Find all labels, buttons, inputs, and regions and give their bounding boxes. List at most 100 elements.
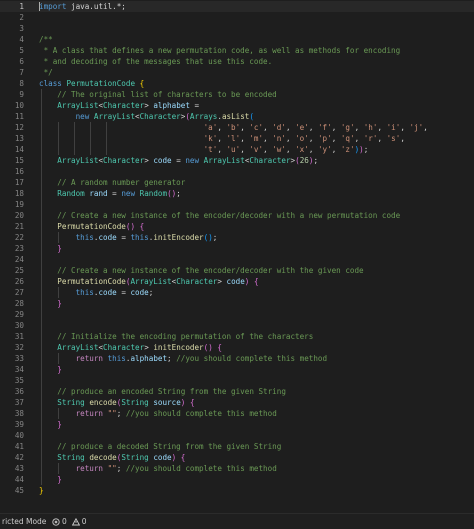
code-line[interactable]: 22 this.code = this.initEncoder(); [0, 232, 474, 243]
indent-guide [58, 232, 59, 243]
code-text: return ""; //you should complete this me… [39, 408, 277, 419]
code-token: { [180, 453, 186, 462]
problems-indicator[interactable]: 0 0 [52, 514, 87, 529]
code-token: > [144, 101, 154, 110]
code-line[interactable]: 14 't', 'u', 'v', 'w', 'x', 'y', 'z')); [0, 144, 474, 155]
line-number: 44 [14, 475, 24, 484]
line-number: 21 [14, 222, 24, 231]
code-text: ArrayList<Character> alphabet = [39, 100, 199, 111]
code-line[interactable]: 19 [0, 199, 474, 210]
code-token: new [185, 156, 200, 165]
code-line[interactable]: 44 } [0, 474, 474, 485]
code-line[interactable]: 11 new ArrayList<Character>(Arrays.asLis… [0, 111, 474, 122]
code-line[interactable]: 27 this.code = code; [0, 287, 474, 298]
code-line[interactable]: 28 } [0, 298, 474, 309]
code-token: , [377, 134, 387, 143]
code-text: // Initialize the encoding permutation o… [39, 331, 313, 342]
code-token: , [331, 123, 341, 132]
code-token: decode [89, 453, 117, 462]
restricted-mode-indicator[interactable]: ricted Mode [0, 514, 48, 529]
code-token: 's' [386, 134, 401, 143]
code-line[interactable]: 9 // The original list of characters to … [0, 89, 474, 100]
code-text: // Create a new instance of the encoder/… [39, 210, 400, 221]
code-line[interactable]: 20 // Create a new instance of the encod… [0, 210, 474, 221]
code-token: , [400, 134, 405, 143]
code-text: this.code = code; [39, 287, 154, 298]
code-text: PermutationCode(ArrayList<Character> cod… [39, 276, 258, 287]
code-token: Arrays [189, 112, 218, 121]
code-token: 'h' [363, 123, 378, 132]
code-line[interactable]: 15 ArrayList<Character> code = new Array… [0, 155, 474, 166]
code-line[interactable]: 38 return ""; //you should complete this… [0, 408, 474, 419]
line-number: 27 [14, 288, 24, 297]
code-token: ; [176, 189, 181, 198]
code-line[interactable]: 43 return ""; //you should complete this… [0, 463, 474, 474]
code-token: , [308, 145, 318, 154]
code-text: } [39, 485, 44, 496]
indent-guide [90, 122, 91, 155]
code-line[interactable]: 23 } [0, 243, 474, 254]
code-token: ; [313, 156, 319, 165]
code-line[interactable]: 3 [0, 23, 474, 34]
line-number: 19 [14, 200, 24, 209]
code-text: */ [39, 67, 53, 78]
code-line[interactable]: 26 PermutationCode(ArrayList<Character> … [0, 276, 474, 287]
code-line[interactable]: 37 String encode(String source) { [0, 397, 474, 408]
code-token: //you should complete this method [125, 464, 277, 473]
code-line[interactable]: 35 [0, 375, 474, 386]
code-line[interactable]: 7 */ [0, 67, 474, 78]
code-line[interactable]: 21 PermutationCode() { [0, 221, 474, 232]
code-line[interactable]: 33 return this.alphabet; //you should co… [0, 353, 474, 364]
code-line[interactable]: 8 class PermutationCode { [0, 78, 474, 89]
code-line[interactable]: 24 [0, 254, 474, 265]
code-text: class PermutationCode { [39, 78, 144, 89]
line-number: 16 [14, 167, 24, 176]
code-line[interactable]: 45} [0, 485, 474, 496]
line-number: 34 [14, 365, 24, 374]
code-line[interactable]: 17 // A random number generator [0, 177, 474, 188]
code-token: //you should complete this method [125, 409, 277, 418]
code-text: * A class that defines a new permutation… [39, 45, 401, 56]
code-editor[interactable]: 1 import java.util.*; 2 3 4/** 5 * A class th… [0, 0, 474, 513]
code-token: return [75, 409, 104, 418]
code-token: 'i' [386, 123, 401, 132]
code-line[interactable]: 42 String decode(String code) { [0, 452, 474, 463]
code-line[interactable]: 40 [0, 430, 474, 441]
code-line[interactable]: 29 [0, 309, 474, 320]
code-line[interactable]: 10 ArrayList<Character> alphabet = [0, 100, 474, 111]
code-line[interactable]: 4 /** [0, 34, 474, 45]
code-line[interactable]: 16 [0, 166, 474, 177]
code-line[interactable]: 39 } [0, 419, 474, 430]
code-line[interactable]: 36 // produce an encoded String from the… [0, 386, 474, 397]
code-line[interactable]: 34 } [0, 364, 474, 375]
code-token: > [144, 343, 154, 352]
code-token: , [263, 134, 273, 143]
code-line[interactable]: 32 ArrayList<Character> initEncoder() { [0, 342, 474, 353]
code-token: Character [139, 112, 181, 121]
code-token: 26 [299, 156, 309, 165]
code-token: 'c' [249, 123, 264, 132]
code-line[interactable]: 12 'a', 'b', 'c', 'd', 'e', 'f', 'g', 'h… [0, 122, 474, 133]
warning-triangle-icon [71, 517, 80, 525]
code-line[interactable]: 41 // produce a decoded String from the … [0, 441, 474, 452]
code-text: new ArrayList<Character>(Arrays.asList( [39, 111, 254, 122]
code-token: encode [89, 398, 117, 407]
code-token: ; [363, 145, 369, 154]
code-token: ( [249, 112, 254, 121]
code-line[interactable]: 6 * and decoding of the messages that us… [0, 56, 474, 67]
code-line[interactable]: 5 * A class that defines a new permutati… [0, 45, 474, 56]
code-token: asList [221, 112, 250, 121]
code-line[interactable]: 2 [0, 12, 474, 23]
code-line[interactable]: 18 Random rand = new Random(); [0, 188, 474, 199]
code-line[interactable]: 1 import java.util.*; [0, 1, 474, 12]
code-line[interactable]: 30 [0, 320, 474, 331]
code-token: // A random number generator [57, 178, 186, 187]
code-line[interactable]: 13 'k', 'l', 'm', 'n', 'o', 'p', 'q', 'r… [0, 133, 474, 144]
code-text: String encode(String source) { [39, 397, 194, 408]
code-line[interactable]: 31 // Initialize the encoding permutatio… [0, 331, 474, 342]
code-line[interactable]: 25 // Create a new instance of the encod… [0, 265, 474, 276]
code-token: code [153, 453, 172, 462]
